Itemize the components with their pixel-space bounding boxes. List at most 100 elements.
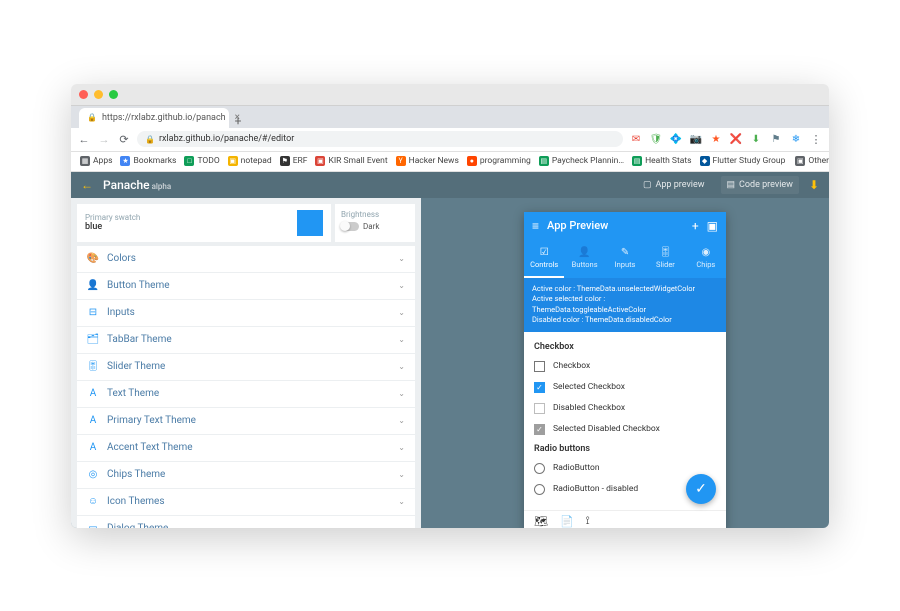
editor-panel-item[interactable]: ⊟Inputs⌄ bbox=[77, 300, 415, 327]
nav-forward-button[interactable]: → bbox=[97, 133, 111, 146]
panel-label: Icon Themes bbox=[107, 496, 164, 507]
bookmark-label: programming bbox=[480, 156, 531, 166]
browser-tab[interactable]: 🔒 https://rxlabz.github.io/panach × bbox=[79, 108, 229, 128]
brightness-toggle[interactable] bbox=[341, 222, 359, 231]
swatch-value: blue bbox=[85, 222, 140, 232]
maximize-window-button[interactable] bbox=[109, 90, 118, 99]
editor-panel-item[interactable]: ▭Dialog Theme⌄ bbox=[77, 516, 415, 528]
radio-label: RadioButton bbox=[553, 463, 600, 473]
checkbox-item[interactable]: ✓Selected Checkbox bbox=[524, 377, 726, 398]
add-icon[interactable]: + bbox=[692, 219, 699, 233]
editor-panel-item[interactable]: 🎚Slider Theme⌄ bbox=[77, 354, 415, 381]
bookmark-item[interactable]: YHacker News bbox=[393, 156, 462, 166]
nav-back-button[interactable]: ← bbox=[77, 133, 91, 146]
chevron-down-icon: ⌄ bbox=[398, 254, 405, 263]
ext-icon[interactable]: ⬇ bbox=[749, 134, 763, 145]
camera-icon[interactable]: ▣ bbox=[707, 219, 718, 233]
browser-toolbar: ← → ⟳ 🔒 rxlabz.github.io/panache/#/edito… bbox=[71, 128, 829, 152]
chevron-down-icon: ⌄ bbox=[398, 362, 405, 371]
browser-menu-button[interactable]: ⋮ bbox=[809, 133, 823, 146]
panel-icon: ☺ bbox=[87, 496, 99, 508]
bookmark-item[interactable]: ◆Flutter Study Group bbox=[697, 156, 789, 166]
app-preview-toggle[interactable]: ▢ App preview bbox=[637, 180, 711, 190]
ext-icon[interactable]: ❄ bbox=[789, 134, 803, 145]
close-window-button[interactable] bbox=[79, 90, 88, 99]
bookmark-label: ERF bbox=[293, 156, 308, 166]
bookmark-item[interactable]: ▤Paycheck Plannin… bbox=[536, 156, 627, 166]
editor-panel-item[interactable]: ☺Icon Themes⌄ bbox=[77, 489, 415, 516]
bookmark-item[interactable]: ▣notepad bbox=[225, 156, 275, 166]
bookmark-icon: ▣ bbox=[315, 156, 325, 166]
preview-tab[interactable]: ☑Controls bbox=[524, 240, 564, 278]
checkbox-heading: Checkbox bbox=[524, 338, 726, 356]
panel-icon: 🗂 bbox=[87, 334, 99, 346]
bookmark-item[interactable]: □TODO bbox=[181, 156, 222, 166]
ext-icon[interactable]: ✉ bbox=[629, 134, 643, 145]
editor-panel-item[interactable]: 👤Button Theme⌄ bbox=[77, 273, 415, 300]
editor-panel-item[interactable]: ◎Chips Theme⌄ bbox=[77, 462, 415, 489]
bookmark-icon: Y bbox=[396, 156, 406, 166]
crop-icon[interactable]: ⟟ bbox=[586, 514, 590, 528]
chevron-down-icon: ⌄ bbox=[398, 470, 405, 479]
ext-icon[interactable]: ⚑ bbox=[769, 134, 783, 145]
phone-preview: ≡ App Preview + ▣ ☑Controls👤Buttons✎Inpu… bbox=[524, 212, 726, 528]
other-bookmarks-button[interactable]: ▣ Other Bookmarks bbox=[792, 156, 829, 166]
bookmark-item[interactable]: ★Bookmarks bbox=[117, 156, 179, 166]
bookmark-icon: ▤ bbox=[539, 156, 549, 166]
panel-icon: ⊟ bbox=[87, 307, 99, 319]
tab-icon: 👤 bbox=[578, 247, 590, 258]
panel-label: TabBar Theme bbox=[107, 334, 172, 345]
preview-tab[interactable]: 🎚Slider bbox=[645, 240, 685, 278]
window-titlebar bbox=[71, 84, 829, 106]
preview-tab[interactable]: ◉Chips bbox=[686, 240, 726, 278]
app-body: Primary swatch blue Brightness Dark 🎨Col… bbox=[71, 198, 829, 528]
app-back-button[interactable]: ← bbox=[81, 178, 93, 192]
new-tab-button[interactable]: + bbox=[229, 114, 247, 128]
primary-swatch-card[interactable]: Primary swatch blue bbox=[77, 204, 331, 242]
editor-panel-item[interactable]: AAccent Text Theme⌄ bbox=[77, 435, 415, 462]
editor-panel-item[interactable]: APrimary Text Theme⌄ bbox=[77, 408, 415, 435]
editor-panel-item[interactable]: 🎨Colors⌄ bbox=[77, 246, 415, 273]
bookmark-label: Bookmarks bbox=[133, 156, 176, 166]
ext-icon[interactable]: ★ bbox=[709, 134, 723, 145]
file-icon[interactable]: 📄 bbox=[560, 515, 574, 528]
nav-reload-button[interactable]: ⟳ bbox=[117, 133, 131, 146]
tab-label: Inputs bbox=[615, 260, 636, 269]
minimize-window-button[interactable] bbox=[94, 90, 103, 99]
panel-label: Chips Theme bbox=[107, 469, 165, 480]
panel-label: Inputs bbox=[107, 307, 135, 318]
bookmark-label: Apps bbox=[93, 156, 112, 166]
lock-icon: 🔒 bbox=[145, 135, 155, 144]
bookmark-item[interactable]: ▦Apps bbox=[77, 156, 115, 166]
hamburger-icon[interactable]: ≡ bbox=[532, 219, 539, 233]
preview-tab[interactable]: 👤Buttons bbox=[564, 240, 604, 278]
code-preview-toggle[interactable]: ▤ Code preview bbox=[721, 176, 799, 194]
map-icon[interactable]: 🗺 bbox=[534, 515, 548, 528]
fab-button[interactable]: ✓ bbox=[686, 474, 716, 504]
editor-panel-item[interactable]: 🗂TabBar Theme⌄ bbox=[77, 327, 415, 354]
bookmark-item[interactable]: ▣KIR Small Event bbox=[312, 156, 390, 166]
radio-heading: Radio buttons bbox=[524, 440, 726, 458]
bookmark-icon: ◆ bbox=[700, 156, 710, 166]
panels-list: 🎨Colors⌄👤Button Theme⌄ ⊟ Inputs ⌄ 🗂 TabBar Th… bbox=[77, 246, 415, 528]
bookmark-icon: ▤ bbox=[632, 156, 642, 166]
bookmark-icon: □ bbox=[184, 156, 194, 166]
ext-icon[interactable]: 💠 bbox=[669, 134, 683, 145]
checkbox-item[interactable]: Checkbox bbox=[524, 356, 726, 377]
ext-icon[interactable]: 📷 bbox=[689, 134, 703, 145]
panel-icon: 👤 bbox=[87, 280, 99, 292]
ext-icon[interactable]: 🛡 bbox=[649, 134, 663, 145]
info-line: Active color : ThemeData.unselectedWidge… bbox=[532, 284, 718, 295]
preview-tab[interactable]: ✎Inputs bbox=[605, 240, 645, 278]
address-bar[interactable]: 🔒 rxlabz.github.io/panache/#/editor bbox=[137, 131, 623, 147]
editor-panel-item[interactable]: AText Theme⌄ bbox=[77, 381, 415, 408]
download-button[interactable]: ⬇ bbox=[809, 178, 819, 192]
browser-window: 🔒 https://rxlabz.github.io/panach × + ← … bbox=[71, 84, 829, 528]
bookmark-item[interactable]: ⚑ERF bbox=[277, 156, 311, 166]
bookmark-label: Paycheck Plannin… bbox=[552, 156, 624, 166]
bookmark-item[interactable]: ●programming bbox=[464, 156, 534, 166]
ext-icon[interactable]: ❌ bbox=[729, 134, 743, 145]
bookmark-item[interactable]: ▤Health Stats bbox=[629, 156, 694, 166]
panel-icon: 🎨 bbox=[87, 253, 99, 265]
preview-tabs: ☑Controls👤Buttons✎Inputs🎚Slider◉Chips bbox=[524, 240, 726, 278]
